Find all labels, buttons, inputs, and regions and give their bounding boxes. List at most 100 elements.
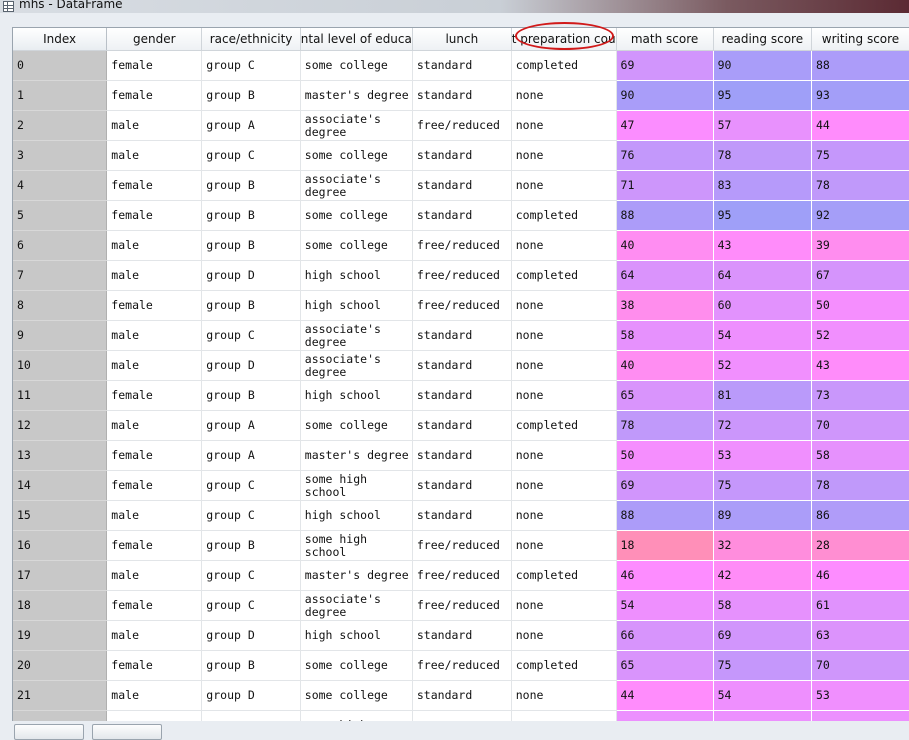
table-cell[interactable]: none [511, 590, 617, 621]
table-row[interactable]: 6 male group Bsome college free/reduced none… [13, 230, 909, 261]
table-cell[interactable]: group D [201, 350, 301, 381]
table-cell[interactable]: high school [300, 260, 413, 291]
score-cell[interactable]: 64 [616, 260, 714, 291]
score-cell[interactable]: 52 [713, 350, 812, 381]
table-row[interactable]: 9 male group Cassociate's degree standard no… [13, 320, 909, 351]
score-cell[interactable]: 54 [713, 320, 812, 351]
score-cell[interactable]: 92 [811, 200, 909, 231]
table-cell[interactable]: high school [300, 500, 413, 531]
table-cell[interactable]: free/reduced [412, 650, 512, 681]
table-cell[interactable]: none [511, 500, 617, 531]
score-cell[interactable]: 40 [616, 350, 714, 381]
table-cell[interactable]: some high school [300, 530, 413, 561]
row-index-cell[interactable]: 21 [13, 680, 108, 711]
table-cell[interactable]: male [106, 560, 203, 591]
table-cell[interactable]: group C [201, 560, 301, 591]
row-index-cell[interactable]: 15 [13, 500, 108, 531]
score-cell[interactable]: 42 [713, 560, 812, 591]
score-cell[interactable]: 46 [811, 560, 909, 591]
table-row[interactable]: 12 male group Asome college standard complet… [13, 410, 909, 441]
dataframe-viewer[interactable]: Index gender race/ethnicity ntal level of e… [12, 27, 909, 721]
table-row[interactable]: 17 male group Cmaster's degree free/reduced… [13, 560, 909, 591]
table-cell[interactable]: male [106, 110, 203, 141]
index-header[interactable]: Index [13, 28, 108, 51]
table-cell[interactable]: standard [412, 620, 512, 651]
table-row[interactable]: 0 female group Csome college standard comple… [13, 50, 909, 81]
row-index-cell[interactable]: 6 [13, 230, 108, 261]
table-cell[interactable]: associate's degree [300, 170, 413, 201]
row-index-cell[interactable]: 11 [13, 380, 108, 411]
row-index-cell[interactable]: 13 [13, 440, 108, 471]
score-cell[interactable]: 54 [713, 680, 812, 711]
table-row[interactable]: 4 female group Bassociate's degree standard… [13, 170, 909, 201]
score-cell[interactable]: 75 [713, 470, 812, 501]
table-cell[interactable]: group B [201, 200, 301, 231]
score-cell[interactable]: 89 [713, 500, 812, 531]
table-cell[interactable]: some college [300, 50, 413, 81]
table-cell[interactable]: completed [511, 410, 617, 441]
table-cell[interactable]: some college [300, 140, 413, 171]
table-row[interactable]: 7 male group Dhigh school free/reduced compl… [13, 260, 909, 291]
table-cell[interactable]: none [511, 80, 617, 111]
score-cell[interactable]: 60 [713, 290, 812, 321]
row-index-cell[interactable]: 5 [13, 200, 108, 231]
score-cell[interactable]: 93 [811, 80, 909, 111]
score-cell[interactable]: 58 [811, 440, 909, 471]
score-cell[interactable]: 70 [811, 410, 909, 441]
score-cell[interactable]: 83 [713, 170, 812, 201]
score-cell[interactable]: 69 [616, 50, 714, 81]
score-cell[interactable]: 78 [811, 470, 909, 501]
table-cell[interactable]: standard [412, 470, 512, 501]
score-cell[interactable]: 65 [616, 380, 714, 411]
score-cell[interactable]: 76 [616, 140, 714, 171]
table-cell[interactable]: group B [201, 650, 301, 681]
table-cell[interactable]: free/reduced [412, 260, 512, 291]
table-cell[interactable]: completed [511, 650, 617, 681]
row-index-cell[interactable]: 7 [13, 260, 108, 291]
table-cell[interactable]: standard [412, 80, 512, 111]
score-cell[interactable]: 52 [811, 320, 909, 351]
table-cell[interactable]: none [511, 290, 617, 321]
table-cell[interactable]: female [106, 650, 203, 681]
score-cell[interactable]: 43 [713, 230, 812, 261]
table-cell[interactable]: none [511, 530, 617, 561]
table-cell[interactable]: group C [201, 50, 301, 81]
table-cell[interactable]: male [106, 140, 203, 171]
score-cell[interactable]: 78 [713, 140, 812, 171]
table-cell[interactable]: none [511, 140, 617, 171]
table-cell[interactable]: high school [300, 620, 413, 651]
score-cell[interactable]: 40 [616, 230, 714, 261]
row-index-cell[interactable]: 19 [13, 620, 108, 651]
table-cell[interactable]: group C [201, 470, 301, 501]
table-cell[interactable]: some high [300, 710, 413, 721]
table-cell[interactable]: free/reduced [412, 110, 512, 141]
table-cell[interactable]: group D [201, 260, 301, 291]
table-cell[interactable]: male [106, 260, 203, 291]
table-cell[interactable]: none [511, 170, 617, 201]
score-cell[interactable] [616, 710, 714, 721]
table-cell[interactable]: none [511, 110, 617, 141]
row-index-cell[interactable]: 10 [13, 350, 108, 381]
score-cell[interactable]: 43 [811, 350, 909, 381]
table-cell[interactable]: group B [201, 170, 301, 201]
column-header[interactable]: lunch [412, 28, 512, 51]
table-cell[interactable]: standard [412, 170, 512, 201]
table-cell[interactable]: associate's degree [300, 350, 413, 381]
column-header[interactable]: race/ethnicity [201, 28, 301, 51]
score-cell[interactable]: 95 [713, 80, 812, 111]
table-cell[interactable]: none [511, 440, 617, 471]
table-cell[interactable]: standard [412, 140, 512, 171]
score-cell[interactable]: 69 [713, 620, 812, 651]
score-cell[interactable]: 44 [616, 680, 714, 711]
table-cell[interactable]: none [511, 320, 617, 351]
table-cell[interactable]: male [106, 500, 203, 531]
table-cell[interactable]: group B [201, 80, 301, 111]
row-index-cell[interactable]: 2 [13, 110, 108, 141]
score-cell[interactable]: 72 [713, 410, 812, 441]
table-cell[interactable]: high school [300, 380, 413, 411]
table-cell[interactable]: free/reduced [412, 290, 512, 321]
table-cell[interactable]: female [106, 80, 203, 111]
score-cell[interactable]: 32 [713, 530, 812, 561]
table-row[interactable]: 1 female group Bmaster's degree standard non… [13, 80, 909, 111]
table-cell[interactable]: male [106, 230, 203, 261]
